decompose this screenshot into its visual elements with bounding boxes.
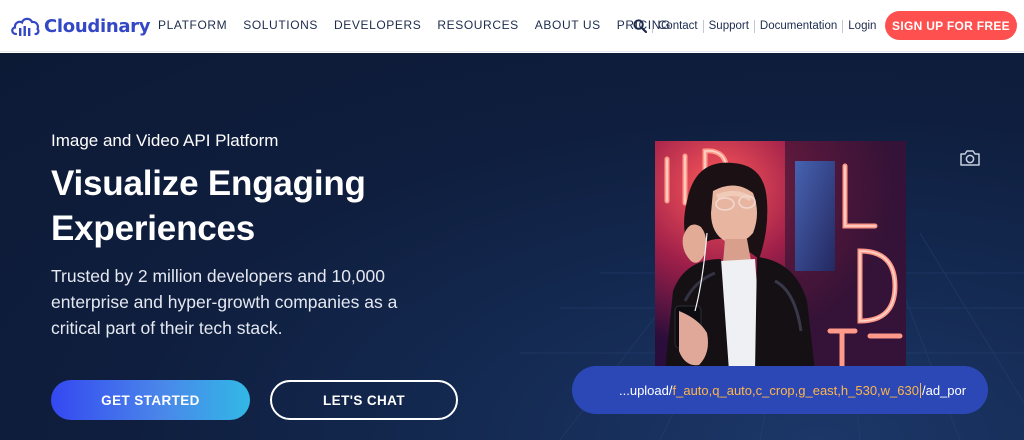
headline-line-1: Visualize Engaging xyxy=(51,164,366,203)
url-suffix: /ad_por xyxy=(921,382,967,398)
sign-up-button[interactable]: SIGN UP FOR FREE xyxy=(885,11,1017,40)
hero-section: Image and Video API Platform Visualize E… xyxy=(0,53,1024,440)
nav-item-resources[interactable]: RESOURCES xyxy=(437,18,518,32)
text-caret xyxy=(919,382,921,398)
brand-name: Cloudinary xyxy=(44,15,151,37)
cloud-bars-icon xyxy=(11,17,40,36)
lets-chat-button[interactable]: LET'S CHAT xyxy=(270,380,458,420)
headline-line-2: Experiences xyxy=(51,209,256,248)
transformation-url-bar[interactable]: ...upload/f_auto,q_auto,c_crop,g_east,h_… xyxy=(572,366,988,414)
hero-eyebrow: Image and Video API Platform xyxy=(51,131,279,150)
main-menu: PLATFORM SOLUTIONS DEVELOPERS RESOURCES … xyxy=(158,18,687,32)
hero-subtext: Trusted by 2 million developers and 10,0… xyxy=(51,266,398,338)
hero-photo xyxy=(655,141,906,371)
transformation-url: ...upload/f_auto,q_auto,c_crop,g_east,h_… xyxy=(619,382,967,398)
nav-item-about-us[interactable]: ABOUT US xyxy=(535,18,601,32)
top-nav: Cloudinary PLATFORM SOLUTIONS DEVELOPERS… xyxy=(0,0,1024,52)
utility-links: Contact Support Documentation Login xyxy=(633,19,881,33)
login-link[interactable]: Login xyxy=(842,19,881,33)
url-transformation: f_auto,q_auto,c_crop,g_east,h_530,w_630 xyxy=(672,382,919,398)
support-link[interactable]: Support xyxy=(702,19,754,33)
nav-item-platform[interactable]: PLATFORM xyxy=(158,18,227,32)
camera-icon[interactable] xyxy=(959,149,981,167)
get-started-button[interactable]: GET STARTED xyxy=(51,380,250,420)
documentation-link[interactable]: Documentation xyxy=(753,19,842,33)
cloudinary-logo[interactable]: Cloudinary xyxy=(10,12,150,40)
contact-link[interactable]: Contact xyxy=(652,19,703,33)
nav-item-developers[interactable]: DEVELOPERS xyxy=(334,18,421,32)
nav-item-solutions[interactable]: SOLUTIONS xyxy=(243,18,318,32)
url-prefix: ...upload/ xyxy=(619,382,673,398)
hero-headline: Visualize Engaging Experiences xyxy=(51,161,451,251)
search-icon[interactable] xyxy=(633,19,647,33)
